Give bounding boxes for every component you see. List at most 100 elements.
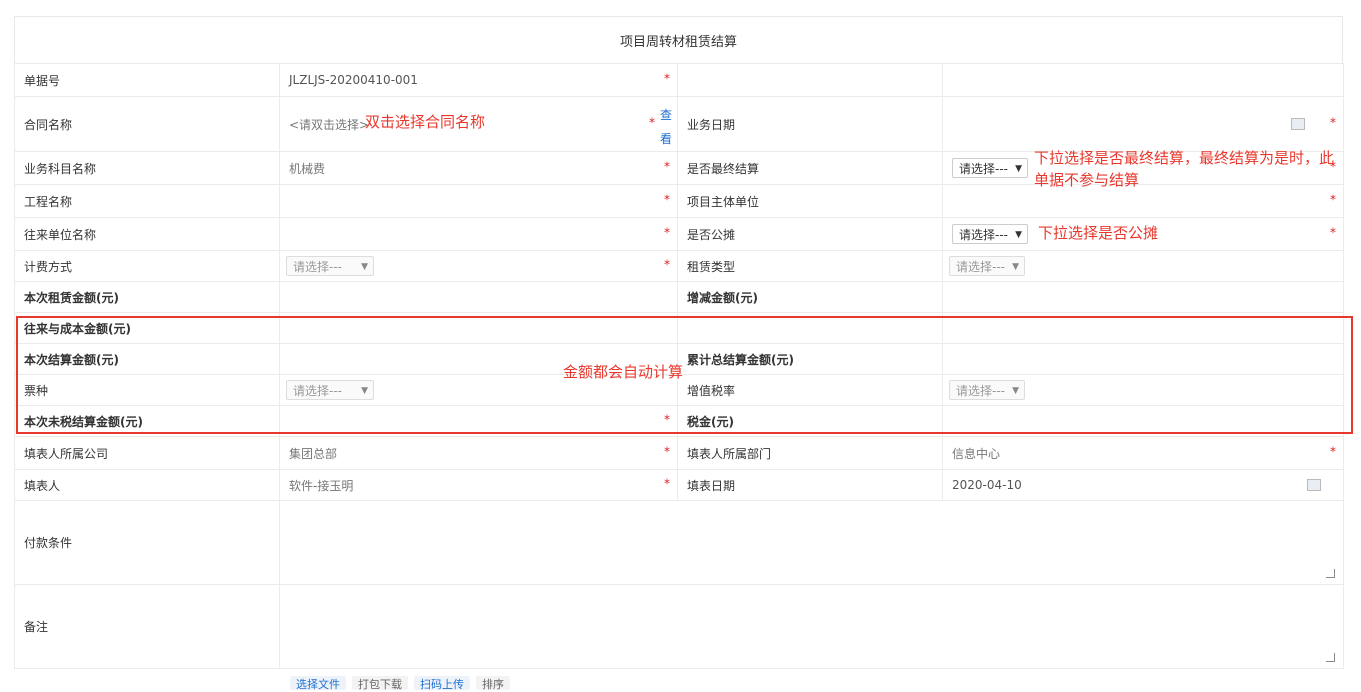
view-contract-link[interactable]: 查看 [660,103,672,151]
rent-amount-value [279,281,678,313]
scan-upload-button[interactable]: 扫码上传 [414,676,470,691]
payment-textarea[interactable] [280,501,1343,584]
select-file-button[interactable]: 选择文件 [290,676,346,691]
vat-rate-select[interactable]: 请选择--- ▼ [949,380,1025,400]
required-mark: * [664,192,670,207]
download-pack-button[interactable]: 打包下载 [352,676,408,691]
settlement-form: 项目周转材租赁结算 单据号 JLZLJS-20200410-001 * 合同名称… [14,16,1344,669]
dropdown-arrow-icon: ▼ [361,262,368,272]
fill-date-field[interactable]: 2020-04-10 [942,469,1344,501]
row-company: 填表人所属公司 集团总部 * 填表人所属部门 信息中心 * [14,436,1344,470]
payment-label: 付款条件 [14,500,280,585]
required-mark: * [664,476,670,491]
department-field[interactable]: 信息中心 * [942,436,1344,470]
partner-field[interactable]: * [279,217,678,251]
required-mark: * [664,412,670,427]
untaxed-label: 本次未税结算金额(元) [14,405,280,437]
annotation-auto-calc: 金额都会自动计算 [563,363,684,381]
dropdown-arrow-icon: ▼ [1015,230,1022,240]
dropdown-arrow-icon: ▼ [1015,164,1022,174]
shared-label: 是否公摊 [677,217,943,251]
subject-label: 业务科目名称 [14,151,280,185]
required-mark: * [1330,225,1336,240]
row-contract: 合同名称 <请双击选择> * 查看 业务日期 * [14,96,1344,152]
project-unit-field[interactable]: * [942,184,1344,218]
annotation-final-settle-2: 单据不参与结算 [1034,171,1140,189]
fill-date-value: 2020-04-10 [952,478,1022,492]
remark-label: 备注 [14,584,280,669]
billing-field: 请选择--- ▼ * [279,250,678,282]
doc-no-value: JLZLJS-20200410-001 [289,73,418,87]
tax-value [942,405,1344,437]
billing-select[interactable]: 请选择--- ▼ [286,256,374,276]
shared-select[interactable]: 请选择--- ▼ [952,224,1028,244]
filler-value: 软件-接玉明 [289,478,354,493]
form-title: 项目周转材租赁结算 [14,16,1343,63]
lease-type-label: 租赁类型 [677,250,943,282]
department-label: 填表人所属部门 [677,436,943,470]
row-cost-amount: 往来与成本金额(元) [14,312,1344,344]
row-untaxed: 本次未税结算金额(元) * 税金(元) [14,405,1344,437]
row-payment: 付款条件 [14,500,1344,585]
row-billing: 计费方式 请选择--- ▼ * 租赁类型 请选择--- ▼ [14,250,1344,282]
calendar-icon[interactable] [1307,479,1321,491]
settle-amount-label: 本次结算金额(元) [14,343,280,375]
empty-cell [677,63,943,97]
company-label: 填表人所属公司 [14,436,280,470]
required-mark: * [649,115,655,130]
company-field[interactable]: 集团总部 * [279,436,678,470]
ticket-select-text: 请选择--- [293,384,342,398]
ticket-select[interactable]: 请选择--- ▼ [286,380,374,400]
adjust-amount-label: 增减金额(元) [677,281,943,313]
untaxed-value: * [279,405,678,437]
project-unit-label: 项目主体单位 [677,184,943,218]
remark-field [279,584,1344,669]
dropdown-arrow-icon: ▼ [1012,386,1019,396]
lease-type-select[interactable]: 请选择--- ▼ [949,256,1025,276]
subject-field[interactable]: 机械费 * [279,151,678,185]
contract-label: 合同名称 [14,96,280,152]
billing-select-text: 请选择--- [293,260,342,274]
business-date-label: 业务日期 [677,96,943,152]
company-value: 集团总部 [289,446,338,461]
vat-rate-select-text: 请选择--- [956,384,1005,398]
empty-cell [942,63,1344,97]
required-mark: * [664,159,670,174]
required-mark: * [1330,115,1336,130]
cost-amount-label: 往来与成本金额(元) [14,312,280,344]
dropdown-arrow-icon: ▼ [361,386,368,396]
final-settle-select[interactable]: 请选择--- ▼ [952,158,1028,178]
calendar-icon[interactable] [1291,118,1305,130]
final-settle-label: 是否最终结算 [677,151,943,185]
dropdown-arrow-icon: ▼ [1012,262,1019,272]
row-filler: 填表人 软件-接玉明 * 填表日期 2020-04-10 [14,469,1344,501]
contract-placeholder: <请双击选择> [289,117,370,132]
empty-cell [677,312,943,344]
row-project: 工程名称 * 项目主体单位 * [14,184,1344,218]
project-label: 工程名称 [14,184,280,218]
fill-date-label: 填表日期 [677,469,943,501]
doc-no-field[interactable]: JLZLJS-20200410-001 * [279,63,678,97]
filler-label: 填表人 [14,469,280,501]
sort-button[interactable]: 排序 [476,676,510,691]
total-settle-value [942,343,1344,375]
required-mark: * [664,225,670,240]
subject-value: 机械费 [289,161,326,176]
resize-handle-icon[interactable] [1326,569,1335,578]
shared-select-text: 请选择--- [959,228,1008,242]
required-mark: * [664,257,670,272]
row-rent-amount: 本次租赁金额(元) 增减金额(元) [14,281,1344,313]
resize-handle-icon[interactable] [1326,653,1335,662]
annotation-final-settle-1: 下拉选择是否最终结算，最终结算为是时，此 [1034,149,1335,167]
required-mark: * [1330,444,1336,459]
billing-label: 计费方式 [14,250,280,282]
business-date-field[interactable]: * [942,96,1344,152]
filler-field[interactable]: 软件-接玉明 * [279,469,678,501]
remark-textarea[interactable] [280,585,1343,668]
vat-rate-field: 请选择--- ▼ [942,374,1344,406]
rent-amount-label: 本次租赁金额(元) [14,281,280,313]
doc-no-label: 单据号 [14,63,280,97]
lease-type-field: 请选择--- ▼ [942,250,1344,282]
vat-rate-label: 增值税率 [677,374,943,406]
project-field[interactable]: * [279,184,678,218]
